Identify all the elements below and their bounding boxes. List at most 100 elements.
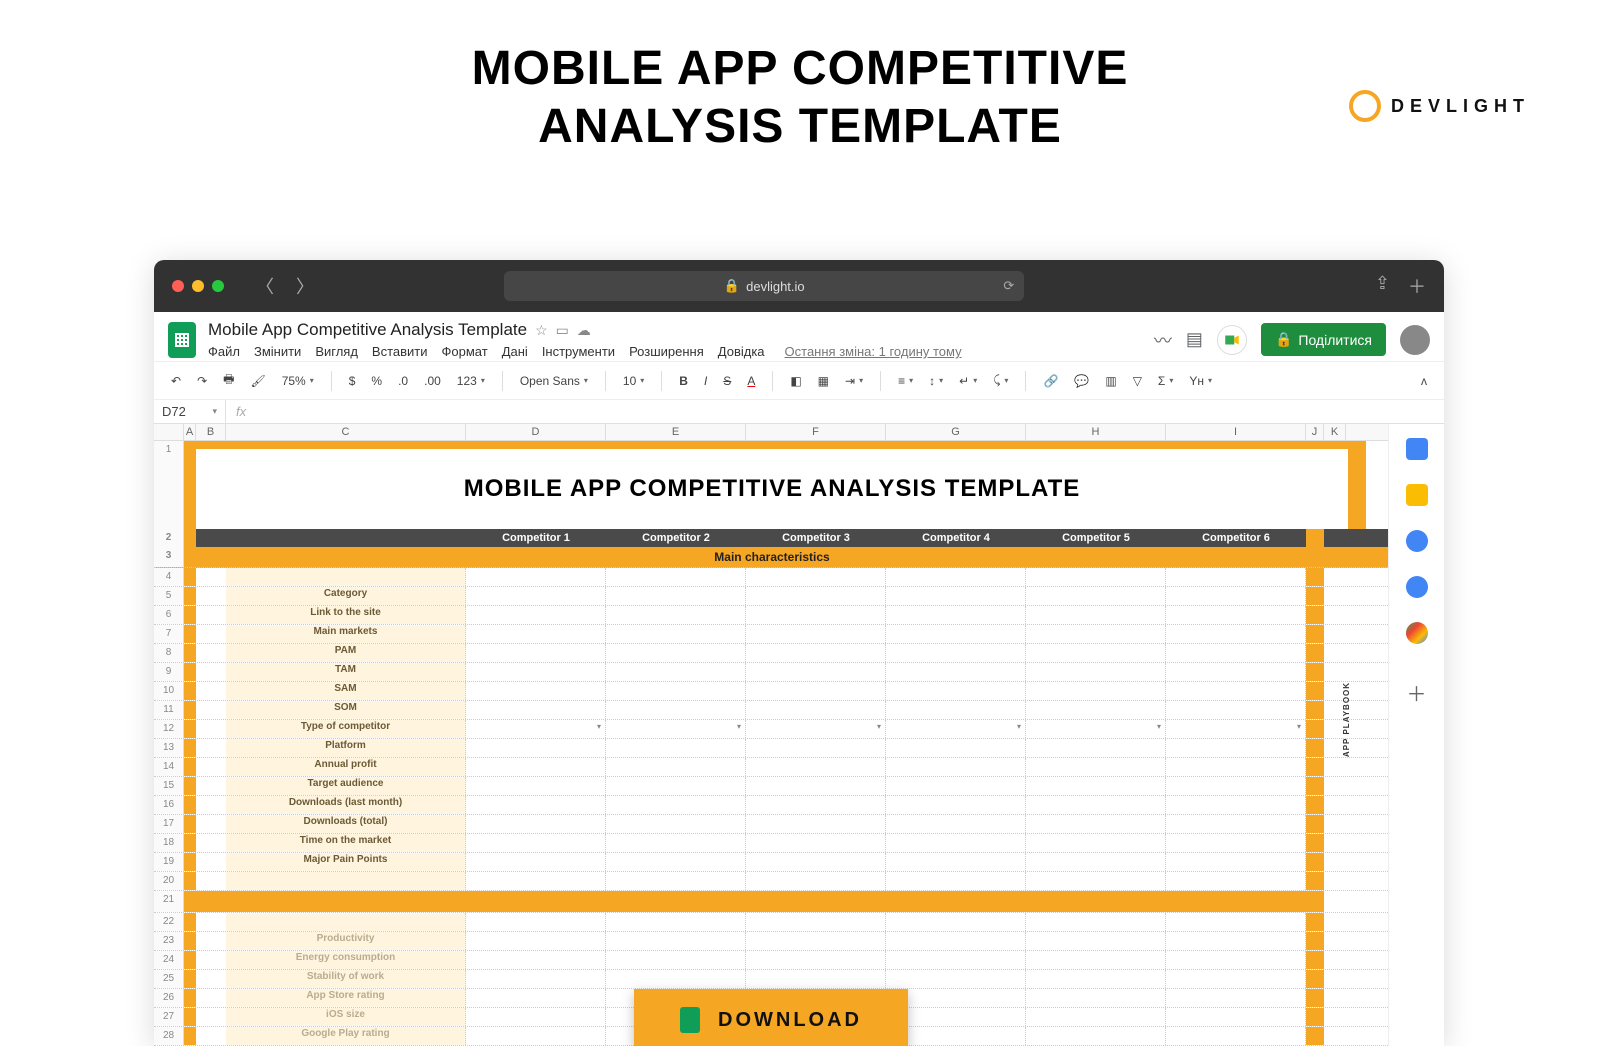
cell[interactable] [1026, 1027, 1166, 1045]
cell[interactable] [746, 834, 886, 852]
cell[interactable] [1166, 1027, 1306, 1045]
dropdown-icon[interactable]: ▾ [597, 722, 601, 731]
cell[interactable] [1166, 701, 1306, 719]
minimize-icon[interactable] [192, 280, 204, 292]
cell[interactable] [746, 644, 886, 662]
cell[interactable] [886, 663, 1026, 681]
cell[interactable] [1166, 758, 1306, 776]
col-header[interactable]: A [184, 424, 196, 440]
last-edit[interactable]: Остання зміна: 1 годину тому [785, 344, 962, 359]
cell[interactable] [466, 587, 606, 605]
menu-інструменти[interactable]: Інструменти [542, 344, 615, 359]
cell[interactable] [1026, 625, 1166, 643]
row-number[interactable]: 14 [154, 758, 184, 776]
row-number[interactable]: 6 [154, 606, 184, 624]
cell[interactable] [886, 796, 1026, 814]
functions-icon[interactable]: Σ [1155, 372, 1176, 390]
cell[interactable] [886, 606, 1026, 624]
cell[interactable] [1026, 834, 1166, 852]
row-number[interactable]: 9 [154, 663, 184, 681]
window-controls[interactable] [172, 280, 224, 292]
menu-вставити[interactable]: Вставити [372, 344, 428, 359]
cell[interactable] [466, 758, 606, 776]
row-number[interactable]: 22 [154, 913, 184, 931]
cell[interactable] [466, 989, 606, 1007]
halign-icon[interactable]: ≡ [895, 372, 916, 390]
cell[interactable] [466, 1027, 606, 1045]
col-header[interactable]: C [226, 424, 466, 440]
cell[interactable] [606, 815, 746, 833]
cell[interactable]: ▾ [466, 720, 606, 738]
cell[interactable] [606, 758, 746, 776]
dropdown-icon[interactable]: ▾ [737, 722, 741, 731]
cloud-icon[interactable]: ☁ [577, 322, 591, 339]
cell[interactable] [886, 644, 1026, 662]
cell[interactable] [746, 815, 886, 833]
col-header[interactable]: J [1306, 424, 1324, 440]
share-button[interactable]: 🔒 Поділитися [1261, 323, 1386, 356]
reload-icon[interactable]: ⟳ [1003, 278, 1014, 294]
tasks-icon[interactable] [1406, 530, 1428, 552]
cell[interactable] [1166, 663, 1306, 681]
cell[interactable] [606, 777, 746, 795]
name-box[interactable]: D72 [154, 400, 226, 423]
dropdown-icon[interactable]: ▾ [877, 722, 881, 731]
download-button[interactable]: DOWNLOAD [634, 989, 908, 1046]
cell[interactable]: ▾ [1026, 720, 1166, 738]
cell[interactable] [1166, 587, 1306, 605]
dropdown-icon[interactable]: ▾ [1297, 722, 1301, 731]
cell[interactable] [606, 853, 746, 871]
cell[interactable] [1026, 796, 1166, 814]
cell[interactable] [746, 970, 886, 988]
cell[interactable]: ▾ [1166, 720, 1306, 738]
borders-icon[interactable]: ▦ [815, 372, 832, 390]
share-icon[interactable]: ⇪ [1375, 273, 1390, 299]
dropdown-icon[interactable]: ▾ [1157, 722, 1161, 731]
row-number[interactable]: 24 [154, 951, 184, 969]
script-button[interactable]: Yн [1186, 372, 1215, 390]
cell[interactable] [746, 587, 886, 605]
row-number[interactable]: 17 [154, 815, 184, 833]
maximize-icon[interactable] [212, 280, 224, 292]
chart-icon[interactable]: ▥ [1102, 372, 1119, 390]
cell[interactable] [606, 970, 746, 988]
row-number[interactable]: 25 [154, 970, 184, 988]
new-tab-icon[interactable]: ＋ [1408, 273, 1426, 299]
cell[interactable] [1166, 1008, 1306, 1026]
cell[interactable] [466, 1008, 606, 1026]
maps-icon[interactable] [1406, 622, 1428, 644]
cell[interactable] [1026, 644, 1166, 662]
menu-вигляд[interactable]: Вигляд [315, 344, 358, 359]
row-number[interactable]: 28 [154, 1027, 184, 1045]
row-number[interactable]: 23 [154, 932, 184, 950]
calendar-icon[interactable] [1406, 438, 1428, 460]
cell[interactable] [1026, 989, 1166, 1007]
row-number[interactable]: 11 [154, 701, 184, 719]
cell[interactable] [1026, 951, 1166, 969]
menu-дані[interactable]: Дані [502, 344, 528, 359]
comment-add-icon[interactable]: 💬 [1071, 372, 1092, 390]
meet-icon[interactable] [1217, 325, 1247, 355]
cell[interactable] [746, 625, 886, 643]
row-number[interactable]: 20 [154, 872, 184, 890]
menu-змінити[interactable]: Змінити [254, 344, 301, 359]
currency-button[interactable]: $ [346, 372, 359, 390]
row-number[interactable]: 1 [154, 441, 184, 529]
collapse-toolbar-icon[interactable]: ʌ [1418, 372, 1430, 390]
cell[interactable] [1026, 758, 1166, 776]
close-icon[interactable] [172, 280, 184, 292]
cell[interactable] [466, 777, 606, 795]
contacts-icon[interactable] [1406, 576, 1428, 598]
cell[interactable] [746, 758, 886, 776]
wrap-icon[interactable]: ↵ [956, 372, 980, 390]
cell[interactable] [746, 682, 886, 700]
cell[interactable] [1026, 815, 1166, 833]
cell[interactable] [1026, 739, 1166, 757]
rotate-icon[interactable]: ⤹ [990, 371, 1011, 390]
cell[interactable] [466, 970, 606, 988]
cell[interactable] [886, 777, 1026, 795]
print-icon[interactable]: 🖶 [220, 368, 237, 393]
cell[interactable] [466, 606, 606, 624]
cell[interactable] [886, 682, 1026, 700]
cell[interactable] [606, 625, 746, 643]
